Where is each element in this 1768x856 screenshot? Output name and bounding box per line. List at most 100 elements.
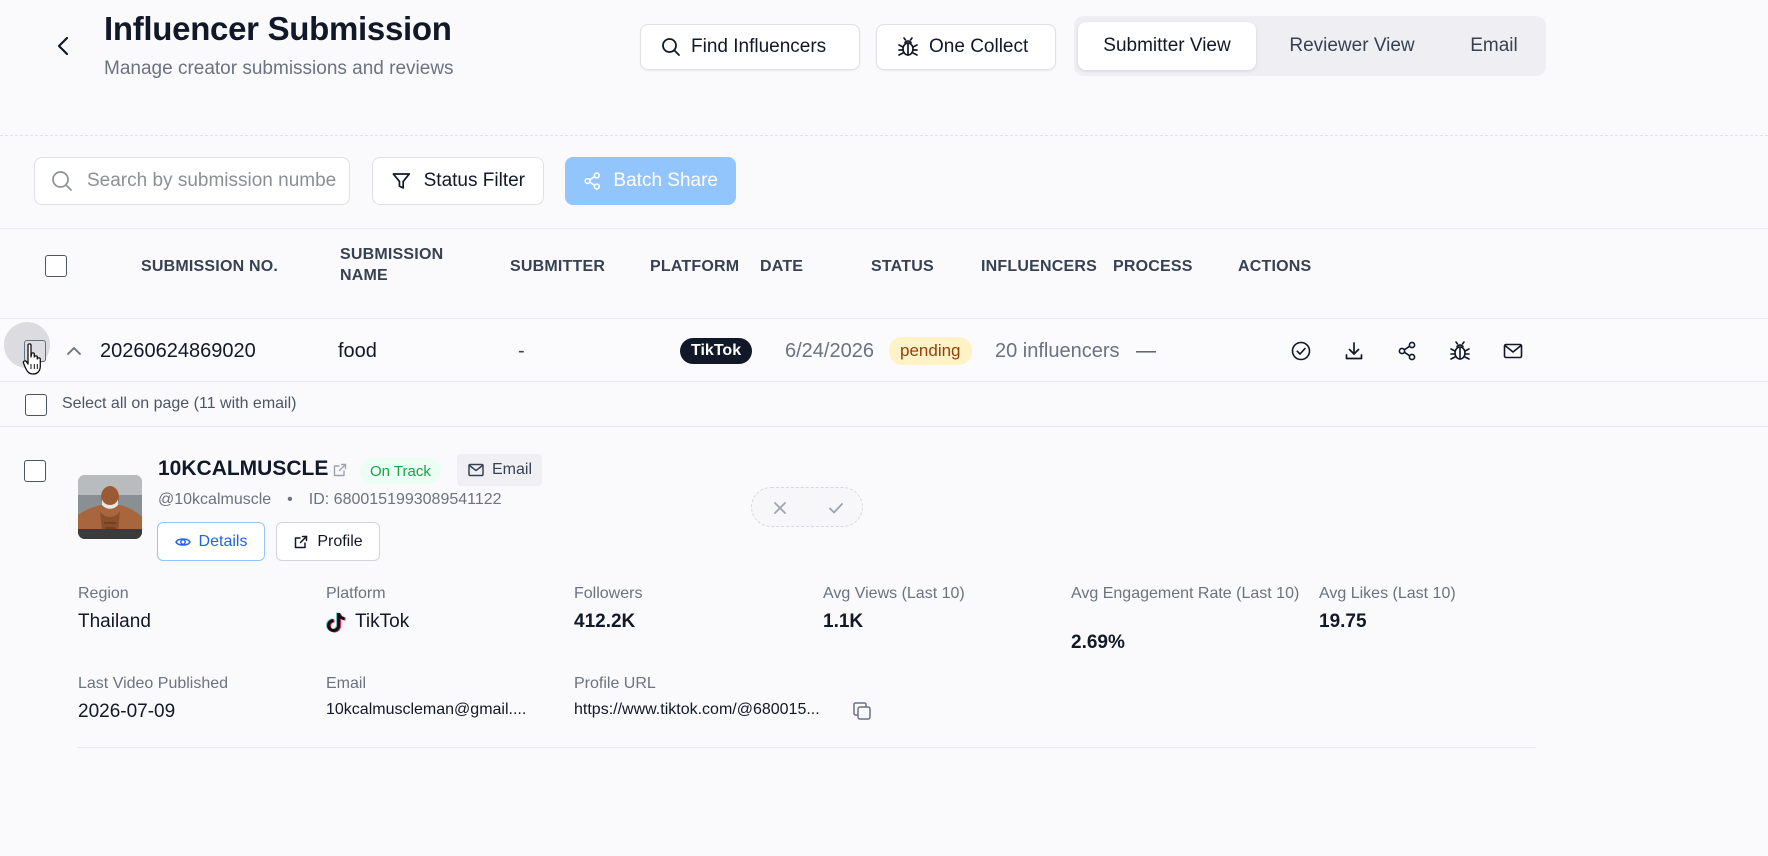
collect-action[interactable] bbox=[1449, 340, 1471, 362]
search-box[interactable] bbox=[34, 157, 350, 205]
avg-likes-value: 19.75 bbox=[1319, 611, 1367, 632]
email-action[interactable] bbox=[1502, 340, 1524, 362]
profile-label: Profile bbox=[317, 532, 363, 550]
profile-button[interactable]: Profile bbox=[276, 522, 380, 561]
last-video-value: 2026-07-09 bbox=[78, 701, 176, 722]
submission-number: 20260624869020 bbox=[100, 339, 256, 362]
bug-icon bbox=[898, 37, 918, 56]
select-all-checkbox[interactable] bbox=[45, 255, 67, 277]
email-value: 10kcalmuscleman@gmail.... bbox=[326, 701, 527, 718]
col-submitter: SUBMITTER bbox=[510, 258, 606, 275]
avg-likes-label: Avg Likes (Last 10) bbox=[1319, 585, 1456, 602]
batch-share-button[interactable]: Batch Share bbox=[565, 157, 736, 205]
region-value: Thailand bbox=[78, 611, 151, 632]
tab-email[interactable]: Email bbox=[1446, 22, 1542, 70]
col-submission-name-line2: NAME bbox=[340, 267, 388, 284]
table-row[interactable]: 20260624869020 food - TikTok 6/24/2026 p… bbox=[0, 318, 1768, 382]
table-header: SUBMISSION NO. SUBMISSION NAME SUBMITTER… bbox=[0, 228, 1768, 318]
col-submission-name: SUBMISSION NAME bbox=[340, 244, 443, 286]
region-label: Region bbox=[78, 585, 129, 602]
avatar bbox=[78, 475, 142, 539]
collapse-toggle[interactable] bbox=[64, 319, 86, 383]
chevron-up-icon bbox=[67, 347, 81, 355]
tab-reviewer-view[interactable]: Reviewer View bbox=[1270, 22, 1434, 70]
select-all-page-checkbox[interactable] bbox=[25, 394, 47, 416]
download-action[interactable] bbox=[1343, 340, 1365, 362]
bug-icon bbox=[1450, 341, 1470, 360]
last-video-label: Last Video Published bbox=[78, 675, 229, 692]
influencer-name[interactable]: 10KCALMUSCLE bbox=[158, 457, 328, 481]
eye-icon bbox=[174, 537, 191, 546]
check-circle-icon bbox=[1291, 341, 1311, 361]
share-icon bbox=[1398, 341, 1416, 361]
influencer-checkbox[interactable] bbox=[24, 460, 46, 482]
platform-value-text: TikTok bbox=[355, 611, 410, 632]
find-influencers-label: Find Influencers bbox=[691, 36, 827, 57]
share-icon bbox=[584, 172, 600, 190]
status-filter-button[interactable]: Status Filter bbox=[372, 157, 544, 205]
avg-views-value: 1.1K bbox=[823, 611, 864, 632]
header-divider bbox=[0, 135, 1768, 136]
mail-icon bbox=[1503, 343, 1523, 359]
email-chip[interactable]: Email bbox=[457, 454, 543, 486]
platform-label: Platform bbox=[326, 585, 386, 602]
external-link-icon[interactable] bbox=[332, 462, 348, 478]
share-action[interactable] bbox=[1396, 340, 1418, 362]
view-switcher: Submitter View Reviewer View Email bbox=[1074, 16, 1546, 76]
status-filter-label: Status Filter bbox=[423, 170, 525, 191]
review-decision-group bbox=[751, 487, 863, 527]
batch-share-label: Batch Share bbox=[613, 170, 718, 191]
col-date: DATE bbox=[760, 258, 804, 275]
col-platform: PLATFORM bbox=[650, 258, 740, 275]
search-icon bbox=[52, 171, 72, 191]
col-influencers: INFLUENCERS bbox=[981, 258, 1097, 275]
avg-views-label: Avg Views (Last 10) bbox=[823, 585, 965, 602]
col-actions: ACTIONS bbox=[1238, 258, 1312, 275]
tab-submitter-view[interactable]: Submitter View bbox=[1078, 22, 1256, 70]
search-icon bbox=[662, 38, 680, 56]
col-process: PROCESS bbox=[1113, 258, 1193, 275]
one-collect-label: One Collect bbox=[929, 36, 1029, 57]
accept-button[interactable] bbox=[808, 488, 864, 528]
reject-button[interactable] bbox=[752, 488, 808, 528]
search-input[interactable] bbox=[87, 170, 337, 192]
profile-url-value: https://www.tiktok.com/@680015... bbox=[574, 701, 820, 718]
check-icon bbox=[829, 503, 843, 514]
one-collect-button[interactable]: One Collect bbox=[876, 24, 1056, 70]
copy-icon[interactable] bbox=[851, 700, 873, 722]
submitter: - bbox=[518, 339, 525, 362]
page-subtitle: Manage creator submissions and reviews bbox=[104, 58, 454, 79]
process-value: — bbox=[1136, 339, 1156, 362]
col-status: STATUS bbox=[871, 258, 934, 275]
select-all-label: Select all on page (11 with email) bbox=[62, 395, 297, 412]
submission-date: 6/24/2026 bbox=[785, 339, 874, 362]
profile-url-label: Profile URL bbox=[574, 675, 656, 692]
card-divider bbox=[78, 747, 1536, 748]
engagement-value: 2.69% bbox=[1071, 632, 1125, 653]
details-button[interactable]: Details bbox=[157, 522, 265, 561]
page-title: Influencer Submission bbox=[104, 10, 452, 47]
separator-dot: • bbox=[287, 491, 293, 508]
email-chip-label: Email bbox=[492, 461, 533, 478]
hand-cursor-icon bbox=[22, 342, 44, 376]
find-influencers-button[interactable]: Find Influencers bbox=[640, 24, 860, 70]
influencer-id: ID: 6800151993089541122 bbox=[308, 491, 502, 508]
mail-icon bbox=[468, 463, 484, 477]
influencer-count: 20 influencers bbox=[995, 339, 1120, 362]
approve-action[interactable] bbox=[1290, 340, 1312, 362]
on-track-badge: On Track bbox=[360, 458, 441, 484]
engagement-label: Avg Engagement Rate (Last 10) bbox=[1071, 585, 1300, 602]
download-icon bbox=[1345, 342, 1363, 360]
followers-value: 412.2K bbox=[574, 611, 636, 632]
col-submission-no: SUBMISSION NO. bbox=[141, 258, 279, 275]
platform-value: TikTok bbox=[326, 611, 409, 633]
influencer-handle: @10kcalmuscle bbox=[158, 491, 272, 508]
chevron-left-icon bbox=[57, 36, 69, 56]
external-link-icon bbox=[295, 535, 308, 548]
close-icon bbox=[774, 502, 786, 514]
followers-label: Followers bbox=[574, 585, 643, 602]
back-button[interactable] bbox=[52, 34, 76, 58]
details-label: Details bbox=[198, 532, 248, 550]
tiktok-icon bbox=[326, 612, 346, 633]
filter-icon bbox=[392, 173, 411, 189]
